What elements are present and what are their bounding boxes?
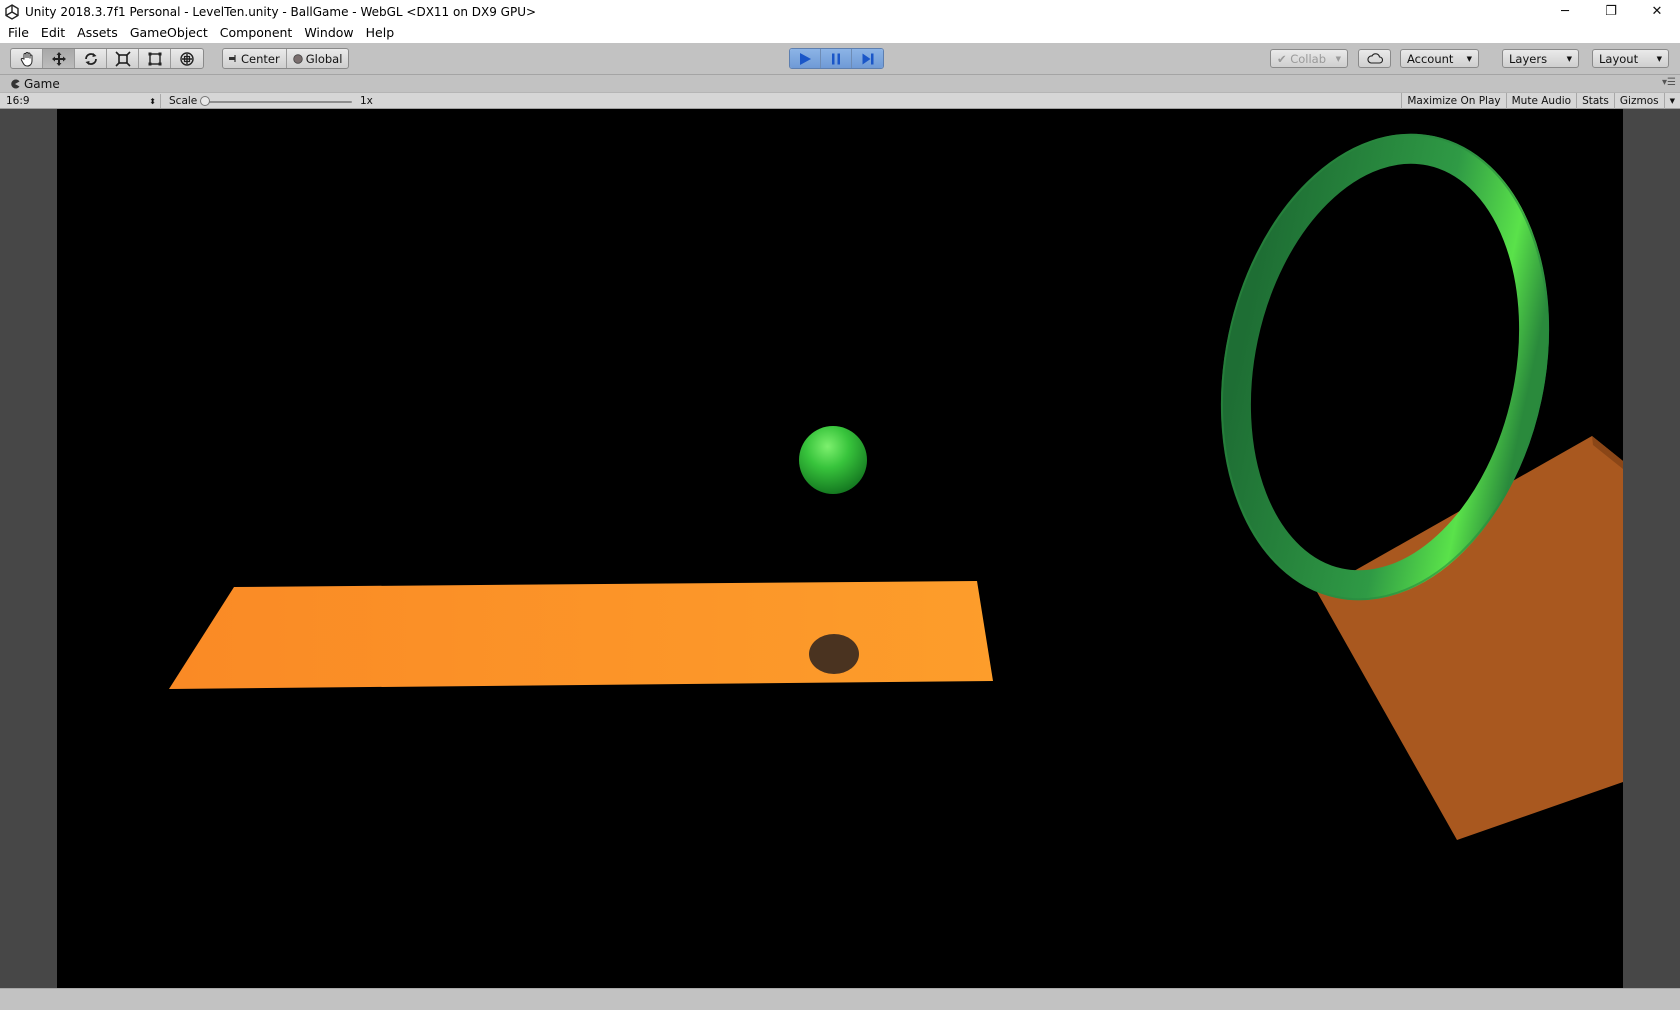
game-view-options: Maximize On Play Mute Audio Stats Gizmos… — [1401, 93, 1680, 109]
menu-component[interactable]: Component — [214, 23, 299, 43]
pivot-center-icon — [229, 55, 236, 62]
playback-controls — [789, 48, 884, 69]
green-ball — [799, 426, 867, 494]
account-label: Account — [1407, 51, 1454, 66]
rect-tool-button[interactable] — [139, 49, 171, 68]
pivot-center-label: Center — [241, 51, 280, 66]
orange-platform — [169, 581, 993, 689]
menu-help[interactable]: Help — [360, 23, 401, 43]
mute-audio-toggle[interactable]: Mute Audio — [1505, 93, 1576, 109]
scale-slider-track[interactable] — [204, 101, 352, 103]
move-tool-button[interactable] — [43, 49, 75, 68]
pause-icon — [832, 53, 840, 64]
chevron-down-icon: ▼ — [1656, 54, 1662, 63]
restore-button[interactable]: ❐ — [1588, 0, 1634, 23]
game-tab-bar: Game ▾☰ — [0, 76, 1680, 92]
transform-icon — [180, 51, 194, 66]
menu-gameobject[interactable]: GameObject — [124, 23, 214, 43]
hand-tool-button[interactable] — [11, 49, 43, 68]
tab-menu-icon[interactable]: ▾☰ — [1662, 77, 1676, 88]
hand-icon — [20, 51, 32, 67]
ball-shadow — [809, 634, 859, 674]
game-view-toolbar: 16:9 ⬍ Scale 1x Maximize On Play Mute Au… — [0, 92, 1680, 109]
pause-button[interactable] — [821, 49, 852, 68]
menu-window[interactable]: Window — [298, 23, 359, 43]
aspect-ratio-value: 16:9 — [6, 95, 30, 107]
layers-label: Layers — [1509, 51, 1548, 66]
play-icon — [800, 52, 811, 65]
menu-assets[interactable]: Assets — [71, 23, 124, 43]
updown-arrows-icon: ⬍ — [149, 96, 156, 106]
scale-icon — [114, 50, 131, 67]
chevron-down-icon: ▼ — [1566, 54, 1572, 63]
step-icon — [862, 53, 873, 64]
collab-dropdown[interactable]: ✔ Collab ▼ — [1270, 49, 1348, 68]
gizmos-dropdown[interactable]: ▼ — [1663, 93, 1680, 109]
title-bar: Unity 2018.3.7f1 Personal - LevelTen.uni… — [0, 0, 1680, 23]
window-controls: ─ ❐ ✕ — [1542, 0, 1680, 23]
layout-dropdown[interactable]: Layout ▼ — [1592, 49, 1669, 68]
tab-game-label: Game — [24, 77, 60, 91]
game-viewport[interactable] — [57, 109, 1623, 988]
unity-logo-icon — [5, 3, 19, 20]
step-button[interactable] — [852, 49, 883, 68]
transform-tools — [10, 48, 204, 69]
globe-icon — [293, 53, 303, 64]
tab-game[interactable]: Game — [4, 76, 66, 92]
unity-editor-window: Unity 2018.3.7f1 Personal - LevelTen.uni… — [0, 0, 1680, 1010]
menu-file[interactable]: File — [2, 23, 35, 43]
chevron-down-icon: ▼ — [1466, 54, 1472, 63]
menu-bar: File Edit Assets GameObject Component Wi… — [0, 23, 1680, 43]
pivot-global-button[interactable]: Global — [287, 49, 349, 68]
scale-label: Scale — [169, 95, 198, 107]
scale-slider-thumb[interactable] — [200, 96, 210, 106]
gizmos-label: Gizmos — [1619, 95, 1659, 107]
pivot-center-button[interactable]: Center — [223, 49, 287, 68]
rotate-tool-button[interactable] — [75, 49, 107, 68]
window-title: Unity 2018.3.7f1 Personal - LevelTen.uni… — [25, 4, 537, 19]
pacman-icon — [11, 79, 20, 89]
cloud-icon — [1366, 53, 1383, 64]
pivot-toggles: Center Global — [222, 48, 350, 69]
account-dropdown[interactable]: Account ▼ — [1400, 49, 1479, 68]
play-button[interactable] — [790, 49, 821, 68]
close-button[interactable]: ✕ — [1634, 0, 1680, 23]
scale-value: 1x — [360, 95, 373, 107]
rotate-icon — [84, 52, 97, 65]
game-scene — [169, 133, 1623, 840]
transform-tool-button[interactable] — [171, 49, 203, 68]
rect-icon — [148, 52, 161, 65]
cloud-button[interactable] — [1358, 49, 1391, 68]
layers-dropdown[interactable]: Layers ▼ — [1502, 49, 1579, 68]
main-toolbar: Center Global ✔ Collab ▼ Account ▼ Layer… — [0, 43, 1680, 75]
menu-edit[interactable]: Edit — [35, 23, 71, 43]
layout-label: Layout — [1599, 51, 1639, 66]
pivot-global-label: Global — [305, 51, 343, 66]
minimize-button[interactable]: ─ — [1542, 0, 1588, 23]
move-arrows-icon — [51, 51, 66, 66]
maximize-on-play-toggle[interactable]: Maximize On Play — [1401, 93, 1505, 109]
stats-toggle[interactable]: Stats — [1576, 93, 1614, 109]
scale-tool-button[interactable] — [107, 49, 139, 68]
collab-label: Collab — [1290, 51, 1327, 66]
aspect-ratio-dropdown[interactable]: 16:9 ⬍ — [6, 94, 161, 108]
chevron-down-icon: ▼ — [1335, 54, 1341, 63]
collab-check-icon: ✔ — [1277, 51, 1287, 66]
gizmos-toggle[interactable]: Gizmos — [1613, 93, 1664, 109]
status-bar — [0, 988, 1680, 1010]
